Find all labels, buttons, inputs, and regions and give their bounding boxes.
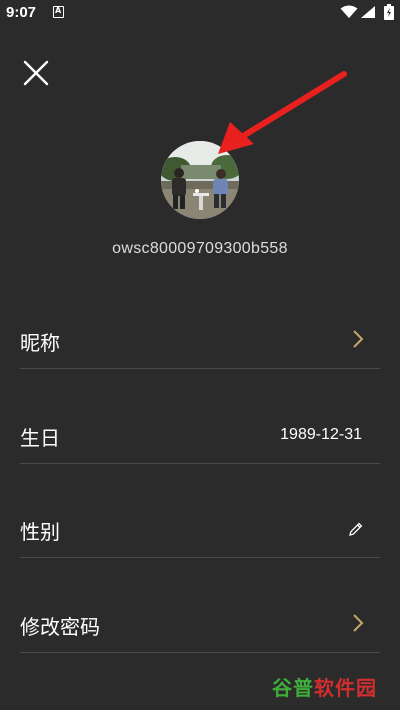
nickname-row[interactable]: 昵称 [20, 321, 380, 369]
gender-label: 性别 [20, 520, 60, 544]
close-icon [23, 60, 49, 86]
pencil-icon[interactable] [348, 521, 364, 537]
watermark-part1: 谷普 [272, 676, 314, 700]
change-password-row[interactable]: 修改密码 [20, 605, 380, 653]
username: owsc80009709300b558 [112, 240, 288, 257]
birthday-label: 生日 [20, 426, 60, 450]
annotation-arrow-icon [218, 71, 347, 154]
chevron-right-icon [353, 330, 364, 348]
wifi-icon [340, 5, 358, 18]
watermark-logo: 谷普软件园 [272, 672, 377, 702]
gender-row[interactable]: 性别 [20, 510, 380, 558]
change-password-label: 修改密码 [20, 615, 100, 639]
status-bar: 9:07 A [0, 0, 400, 26]
watermark-part2: 软件园 [314, 676, 377, 700]
signal-icon [361, 6, 375, 18]
chevron-right-icon [353, 614, 364, 632]
notification-a-icon: A [53, 6, 64, 18]
close-button[interactable] [22, 59, 50, 87]
nickname-label: 昵称 [20, 331, 60, 355]
birthday-value: 1989-12-31 [280, 426, 362, 443]
birthday-row[interactable]: 生日 1989-12-31 [20, 416, 380, 464]
battery-icon [384, 4, 394, 20]
status-time: 9:07 [6, 4, 37, 21]
